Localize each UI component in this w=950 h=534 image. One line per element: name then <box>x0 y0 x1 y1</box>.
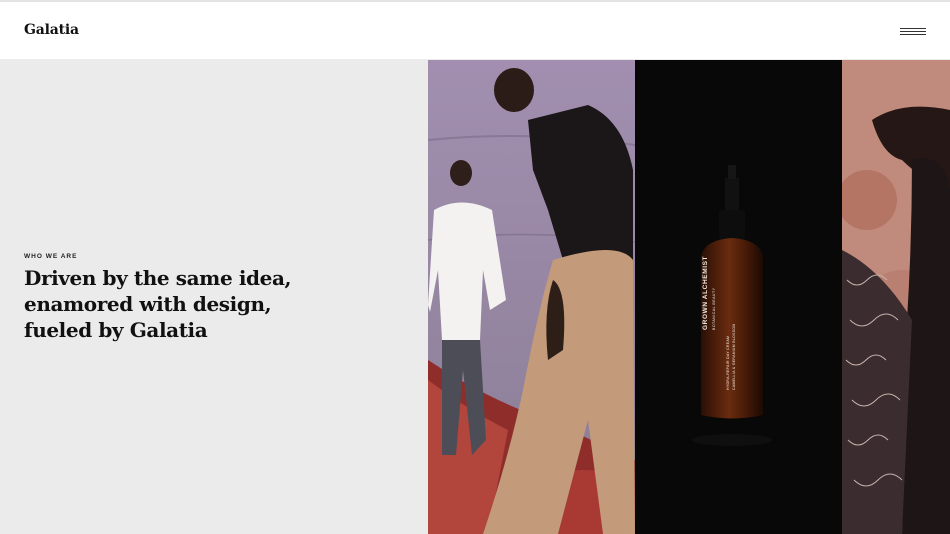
product-bottle-image: GROWN ALCHEMIST BOTANICAL BEAUTY HYDRA-R… <box>635 60 842 534</box>
headline-line-3: fueled by Galatia <box>24 318 208 342</box>
texture-fashion-image <box>842 60 950 534</box>
intro-panel: WHO WE ARE Driven by the same idea, enam… <box>0 60 428 534</box>
hero-headline: Driven by the same idea, enamored with d… <box>24 265 344 343</box>
site-header: Galatia <box>0 2 950 60</box>
bottle-brand: GROWN ALCHEMIST <box>702 256 709 330</box>
gallery-photo-fashion-men[interactable] <box>428 60 635 534</box>
headline-line-1: Driven by the same idea, <box>24 266 292 290</box>
menu-line <box>900 31 926 32</box>
headline-line-2: enamored with design, <box>24 292 272 316</box>
menu-line <box>900 34 926 35</box>
menu-line <box>900 28 926 29</box>
bottle-product-1: HYDRA-REPAIR DAY CREAM <box>726 336 730 390</box>
hamburger-menu-icon[interactable] <box>900 28 926 38</box>
bottle-product-2: CAMELLIA & GERANIUM BLOSSOM <box>732 323 736 390</box>
site-logo[interactable]: Galatia <box>24 22 79 38</box>
image-gallery: GROWN ALCHEMIST BOTANICAL BEAUTY HYDRA-R… <box>428 60 950 534</box>
gallery-photo-texture[interactable] <box>842 60 950 534</box>
bottle-subbrand: BOTANICAL BEAUTY <box>712 287 716 330</box>
gallery-photo-product[interactable]: GROWN ALCHEMIST BOTANICAL BEAUTY HYDRA-R… <box>635 60 842 534</box>
section-eyebrow: WHO WE ARE <box>24 253 78 260</box>
fashion-men-image <box>428 60 635 534</box>
